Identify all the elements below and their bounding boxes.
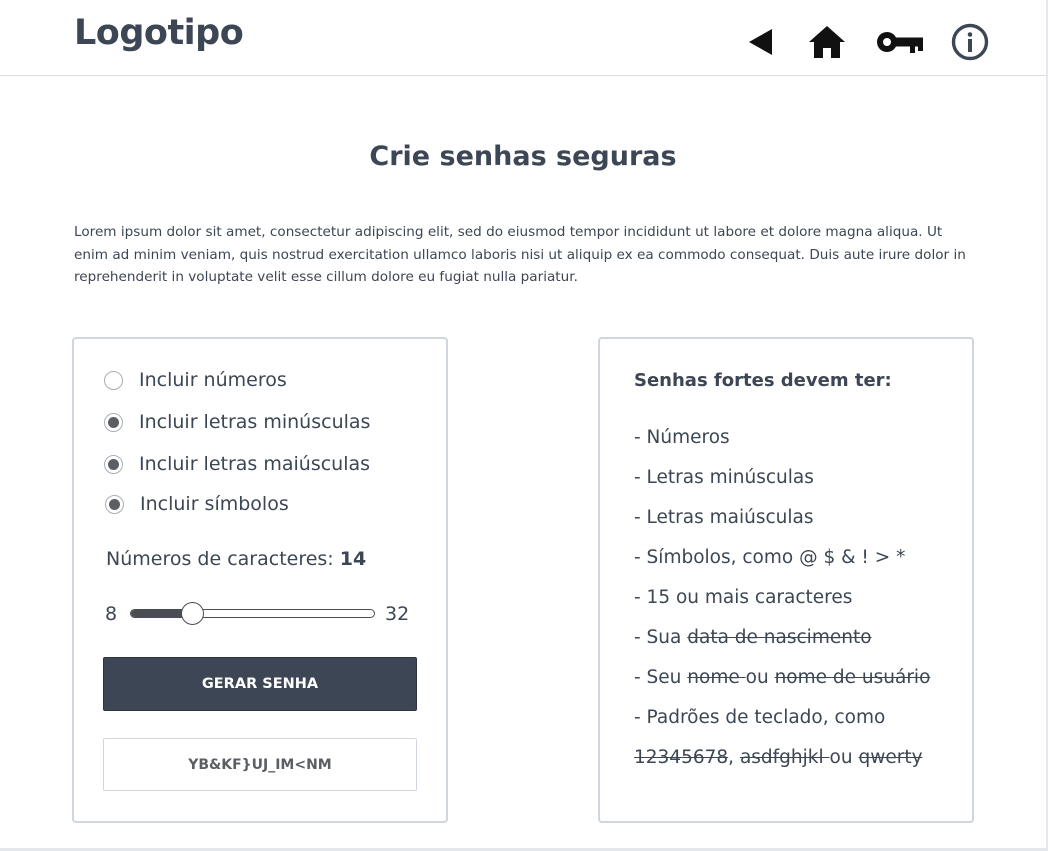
password-output-field[interactable] [103, 738, 417, 791]
logo[interactable]: Logotipo [74, 16, 244, 51]
option-include-lowercase[interactable]: Incluir letras minúsculas [104, 410, 370, 434]
struck-text: asdfghjkl [739, 747, 830, 768]
option-include-uppercase[interactable]: Incluir letras maiúsculas [104, 452, 370, 476]
option-label: Incluir letras maiúsculas [139, 453, 371, 475]
struck-text: nome de usuário [774, 667, 931, 688]
password-tips-panel: Senhas fortes devem ter: - Números - Let… [598, 337, 974, 823]
character-count-label: Números de caracteres: 14 [106, 548, 367, 570]
generate-password-button[interactable]: GERAR SENHA [103, 657, 417, 711]
info-icon[interactable] [950, 22, 990, 62]
struck-text: nome [687, 667, 746, 688]
option-include-numbers[interactable]: Incluir números [104, 368, 287, 392]
key-icon[interactable] [875, 22, 925, 62]
page-title: Crie senhas seguras [369, 141, 677, 172]
length-slider[interactable] [130, 602, 375, 625]
back-icon[interactable] [740, 22, 780, 62]
option-label: Incluir símbolos [140, 493, 289, 515]
radio-include-lowercase[interactable] [104, 412, 123, 432]
tip-symbols: - Símbolos, como @ $ & ! > * [634, 547, 906, 568]
option-label: Incluir números [139, 369, 287, 391]
tip-keyboard-examples: 12345678, asdfghjkl ou qwerty [634, 747, 923, 768]
home-icon[interactable] [807, 22, 847, 62]
radio-include-numbers[interactable] [104, 370, 123, 390]
intro-text: Lorem ipsum dolor sit amet, consectetur … [74, 224, 966, 285]
tip-numbers: - Números [634, 427, 730, 448]
option-include-symbols[interactable]: Incluir símbolos [105, 492, 289, 516]
struck-text: qwerty [858, 747, 923, 768]
tip-keyboard-patterns: - Padrões de teclado, como [634, 707, 886, 728]
struck-text: 12345678 [634, 747, 729, 768]
struck-text: data de nascimento [687, 627, 872, 648]
header: Logotipo [0, 0, 1046, 76]
tip-birthdate: - Sua data de nascimento [634, 627, 872, 648]
slider-thumb[interactable] [180, 602, 204, 625]
slider-min-label: 8 [105, 603, 118, 625]
tip-name: - Seu nome ou nome de usuário [634, 667, 931, 688]
radio-include-symbols[interactable] [105, 494, 124, 514]
tip-lowercase: - Letras minúsculas [634, 467, 814, 488]
option-label: Incluir letras minúsculas [139, 411, 371, 433]
tips-heading: Senhas fortes devem ter: [634, 370, 892, 391]
tip-length: - 15 ou mais caracteres [634, 587, 853, 608]
character-count-value: 14 [339, 548, 367, 570]
slider-max-label: 32 [385, 603, 410, 625]
radio-include-uppercase[interactable] [104, 454, 123, 474]
tip-uppercase: - Letras maiúsculas [634, 507, 814, 528]
password-generator-panel: Incluir números Incluir letras minúscula… [72, 337, 448, 823]
tips-list: - Números - Letras minúsculas - Letras m… [634, 424, 954, 784]
